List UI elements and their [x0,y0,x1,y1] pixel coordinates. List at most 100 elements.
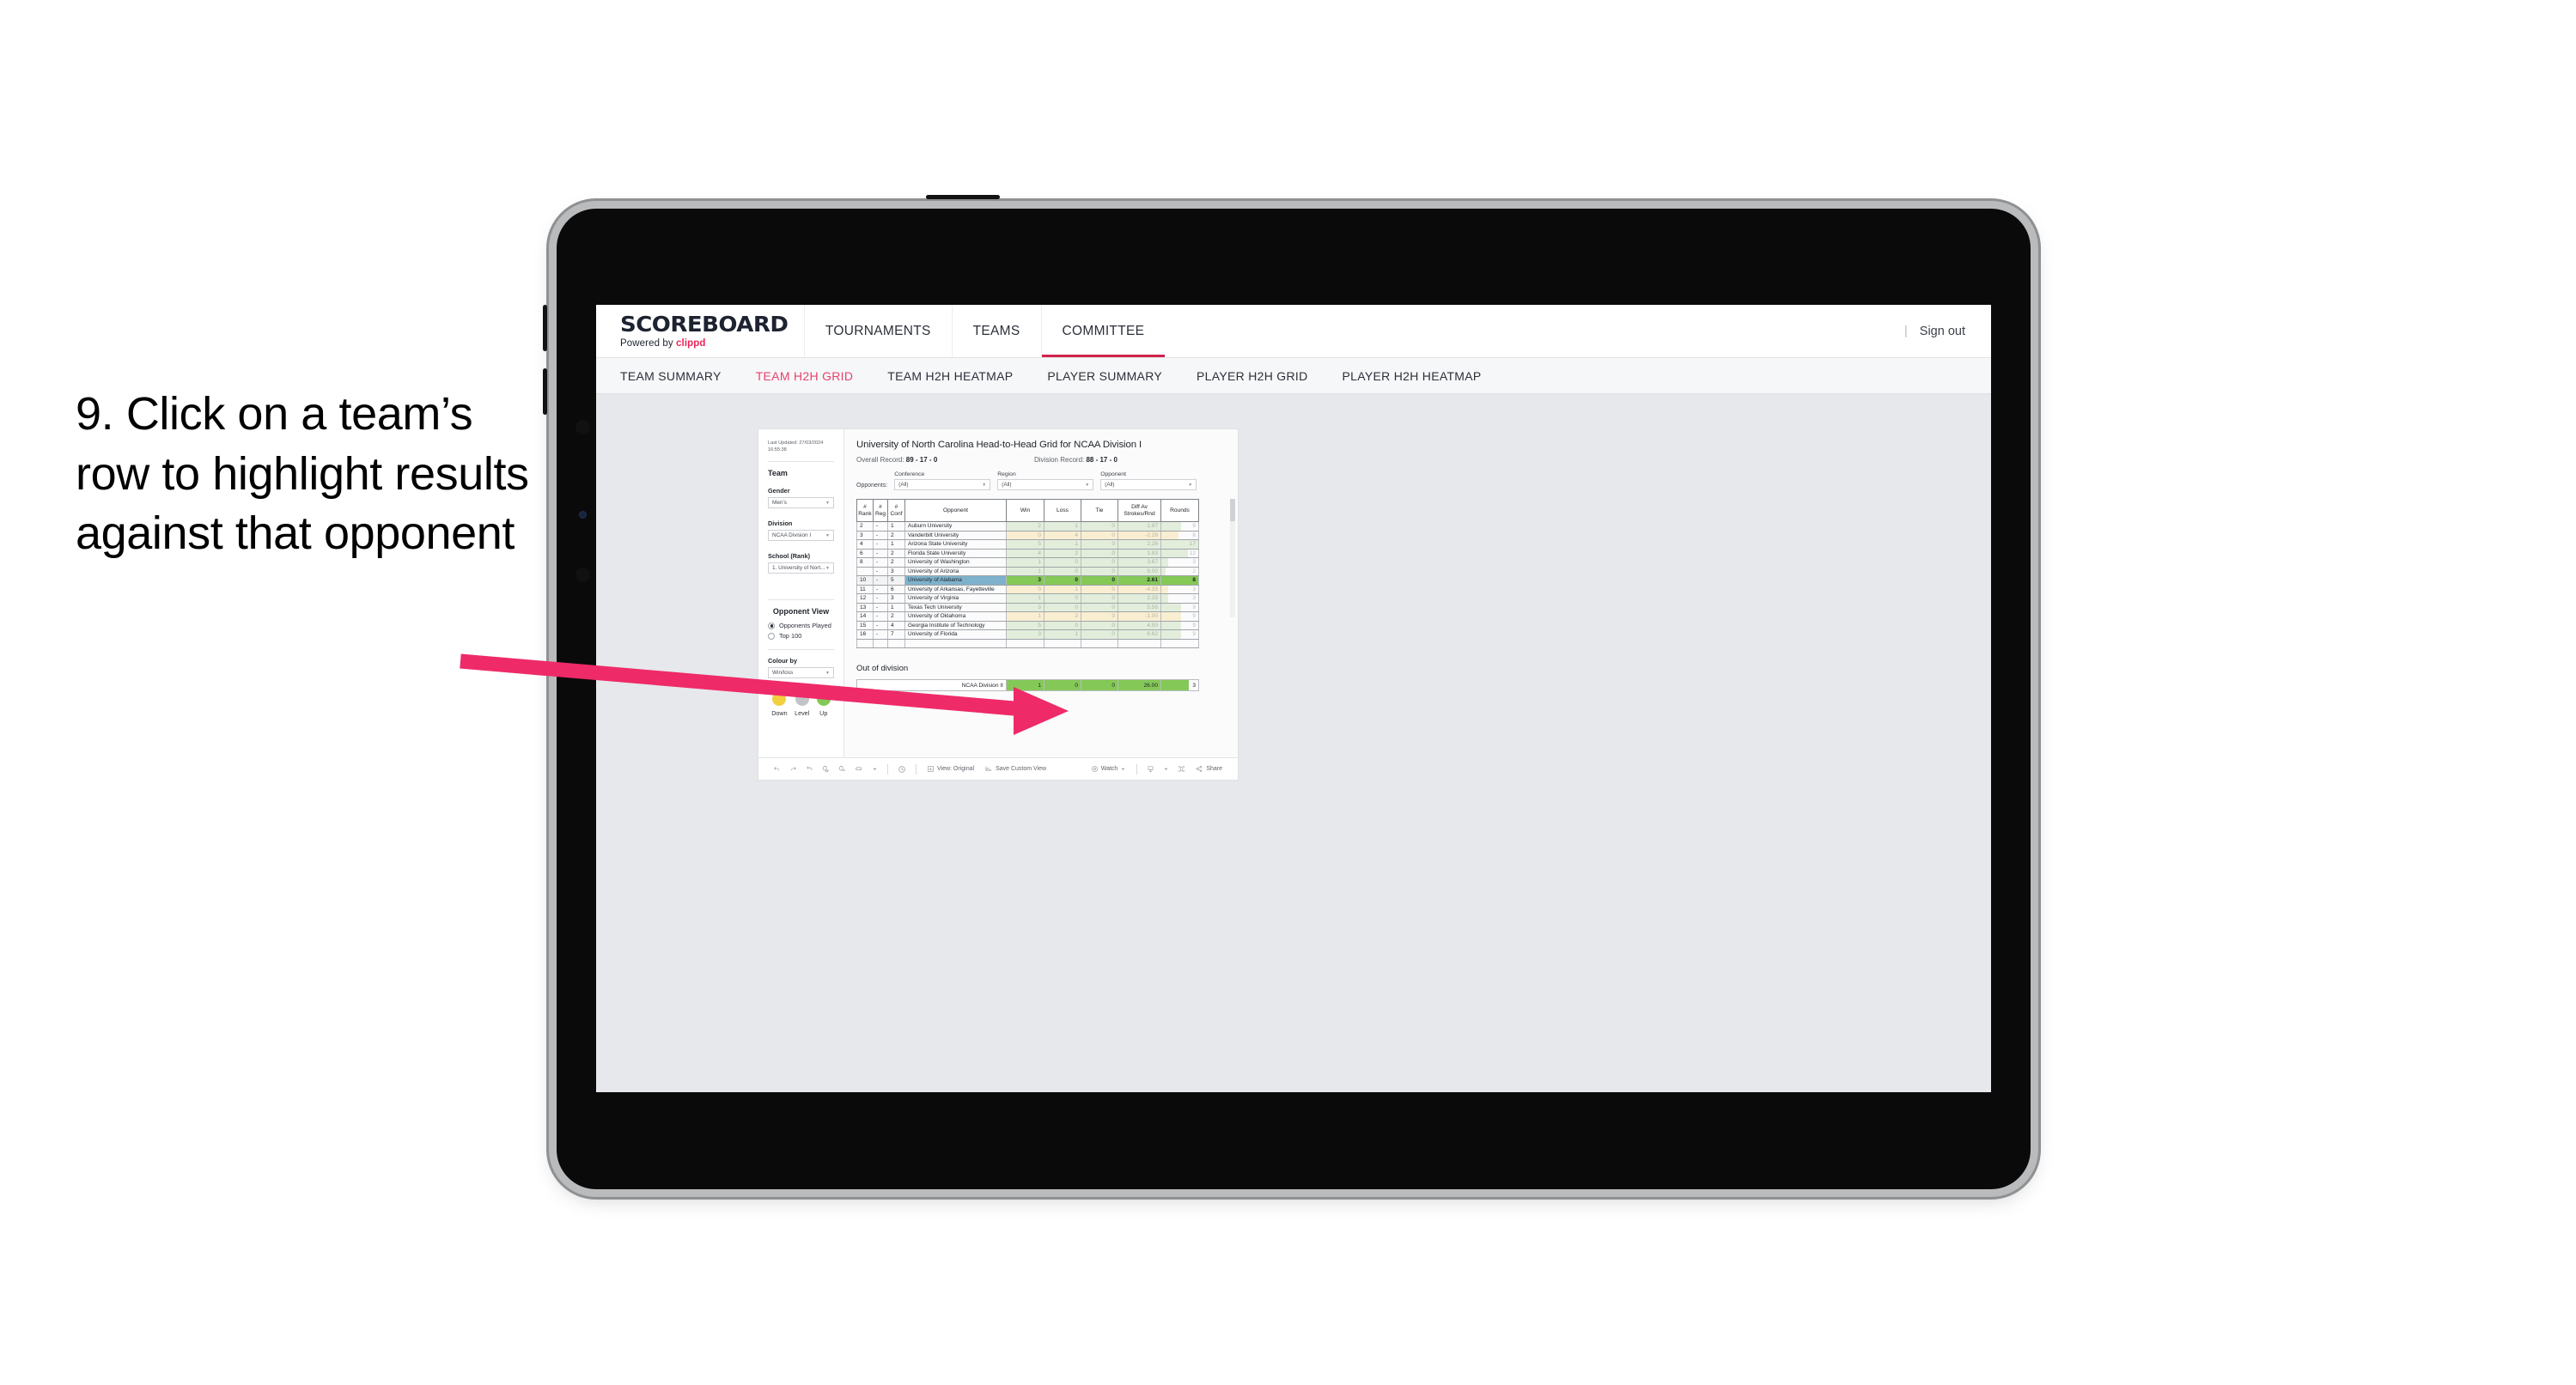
th-tie: Tie [1081,499,1118,522]
table-row[interactable]: 13-1 Texas Tech University 3 0 0 5.56 9 [856,602,1199,612]
nav-item-tournaments[interactable]: TOURNAMENTS [803,305,952,357]
cell-loss: 0 [1044,593,1081,604]
chevron-down-icon: ▼ [825,532,830,538]
cell-rank: 8 [856,557,874,568]
primary-nav: TOURNAMENTS TEAMS COMMITTEE [803,305,1166,357]
subnav-item-player-summary[interactable]: PLAYER SUMMARY [1047,369,1162,383]
table-scrollbar-thumb[interactable] [1230,499,1235,521]
rounds-value: 2 [1192,568,1196,574]
panel-divider-1 [768,461,834,463]
fullscreen-icon[interactable] [1173,765,1190,773]
cell-rounds: 12 [1160,548,1199,558]
rounds-bar [1161,549,1188,557]
sign-out-link[interactable]: Sign out [1920,325,1965,338]
table-row[interactable]: 6-2 Florida State University 4 2 0 1.83 12 [856,548,1199,558]
table-row[interactable]: 11-6 University of Arkansas, Fayetteville… [856,584,1199,594]
cell-rounds: 3 [1160,593,1199,604]
download-icon[interactable] [1142,765,1159,774]
redo-icon[interactable] [785,765,801,773]
ood-diff: 26.00 [1117,679,1161,691]
clock-icon[interactable] [893,765,910,774]
cell-loss: 0 [1044,575,1081,586]
cell-win: 5 [1006,539,1044,550]
refresh-icon[interactable] [818,765,834,773]
radio-opponents-played[interactable]: Opponents Played [768,622,834,629]
nav-item-teams[interactable]: TEAMS [951,305,1041,357]
division-record: Division Record: 88 - 17 - 0 [1034,456,1117,464]
filter-opponent-select[interactable]: (All) ▼ [1100,479,1197,490]
radio-top-100[interactable]: Top 100 [768,632,834,640]
dashboard-canvas: Last Updated: 27/03/2024 16:55:38 Team G… [596,394,1991,1092]
ood-label: NCAA Division II [856,679,1007,691]
school-select[interactable]: 1. University of Nort... ▼ [768,562,834,574]
app-top-bar: SCOREBOARD Powered by clippd TOURNAMENTS… [596,305,1991,358]
overall-record: Overall Record: 89 - 17 - 0 [856,456,1034,464]
cell-diff: 3.67 [1117,557,1161,568]
toolbar-divider-2 [916,763,917,775]
pause-icon[interactable] [834,765,850,773]
revert-icon[interactable] [801,765,818,773]
filter-conference-select[interactable]: (All) ▼ [894,479,991,490]
table-row[interactable]: 3-2 Vanderbilt University 0 4 0 -2.29 8 [856,530,1199,540]
opponents-filter-label: Opponents: [856,483,888,489]
visualization-container: Last Updated: 27/03/2024 16:55:38 Team G… [758,428,1239,781]
rounds-value: 9 [1192,631,1196,638]
watch-button[interactable]: Watch [1086,765,1132,773]
filter-opponent: Opponent (All) ▼ [1100,471,1197,490]
table-row[interactable]: 4-1 Arizona State University 5 1 0 2.28 17 [856,539,1199,550]
toolbar-divider-1 [887,763,888,775]
brand-logo: SCOREBOARD Powered by clippd [596,305,804,357]
out-of-division-row[interactable]: NCAA Division II 1 0 0 26.00 3 [856,679,1199,691]
filter-region-select[interactable]: (All) ▼ [997,479,1094,490]
subnav-item-team-h2h-heatmap[interactable]: TEAM H2H HEATMAP [887,369,1013,383]
cell-conf: 1 [887,521,905,532]
flow-icon[interactable] [850,765,868,773]
rounds-bar [1161,567,1166,575]
rounds-bar [1161,531,1179,539]
visualization-body: Last Updated: 27/03/2024 16:55:38 Team G… [758,429,1238,757]
cell-loss: 2 [1044,611,1081,622]
colour-by-select[interactable]: Win/loss ▼ [768,667,834,679]
table-row[interactable]: 12-3 University of Virginia 1 0 0 2.33 3 [856,593,1199,604]
table-row[interactable]: -3 University of Arizona 1 0 0 9.00 2 [856,566,1199,576]
subnav-item-team-h2h-grid[interactable]: TEAM H2H GRID [756,369,854,383]
rounds-value: 9 [1192,523,1196,530]
division-select[interactable]: NCAA Division I ▼ [768,530,834,542]
table-scrollbar[interactable] [1230,499,1235,617]
gender-select[interactable]: Men’s ▼ [768,497,834,509]
subnav-item-player-h2h-grid[interactable]: PLAYER H2H GRID [1197,369,1308,383]
share-button[interactable]: Share [1190,765,1227,773]
view-original-button[interactable]: View: Original [922,765,979,773]
save-custom-view-button[interactable]: Save Custom View [979,765,1051,773]
undo-icon[interactable] [769,765,785,773]
cell-diff: 6.62 [1117,629,1161,640]
cell-rank: 12 [856,593,874,604]
table-row[interactable]: 15-4 Georgia Institute of Technology 5 0 0 4.… [856,620,1199,630]
legend-label-down: Down [771,709,788,718]
legend-dot-down-icon [772,692,787,707]
table-row[interactable]: 2-1 Auburn University 2 1 0 1.67 9 [856,521,1199,532]
cell-reg: - [873,620,888,630]
rounds-value: 12 [1189,550,1196,556]
caret-down-icon-2[interactable] [1159,766,1173,772]
table-row[interactable]: 16-7 University of Florida 3 1 0 6.62 9 [856,629,1199,640]
cell-win: 3 [1006,629,1044,640]
rounds-value: 3 [1192,595,1196,602]
subnav-item-player-h2h-heatmap[interactable]: PLAYER H2H HEATMAP [1343,369,1482,383]
cell-tie: 0 [1081,575,1118,586]
cell-loss: 0 [1044,566,1081,576]
cell-win: 5 [1006,620,1044,630]
cell-rank: 2 [856,521,874,532]
table-row[interactable]: 8-2 University of Washington 1 0 0 3.67 3 [856,557,1199,568]
cell-opponent: University of Washington [904,557,1007,568]
filter-conference-caption: Conference [894,471,925,477]
table-row[interactable]: 10-5 University of Alabama 3 0 0 2.61 8 [856,575,1199,586]
table-row[interactable]: 14-2 University of Oklahoma 1 2 0 -1.00 9 [856,611,1199,622]
subnav-item-team-summary[interactable]: TEAM SUMMARY [620,369,722,383]
cell-rounds: 3 [1160,557,1199,568]
nav-item-committee[interactable]: COMMITTEE [1040,305,1166,357]
caret-down-icon[interactable] [868,766,882,772]
viz-toolbar: View: Original Save Custom View Watch Sh… [758,757,1238,780]
radio-opponents-played-label: Opponents Played [779,622,831,630]
